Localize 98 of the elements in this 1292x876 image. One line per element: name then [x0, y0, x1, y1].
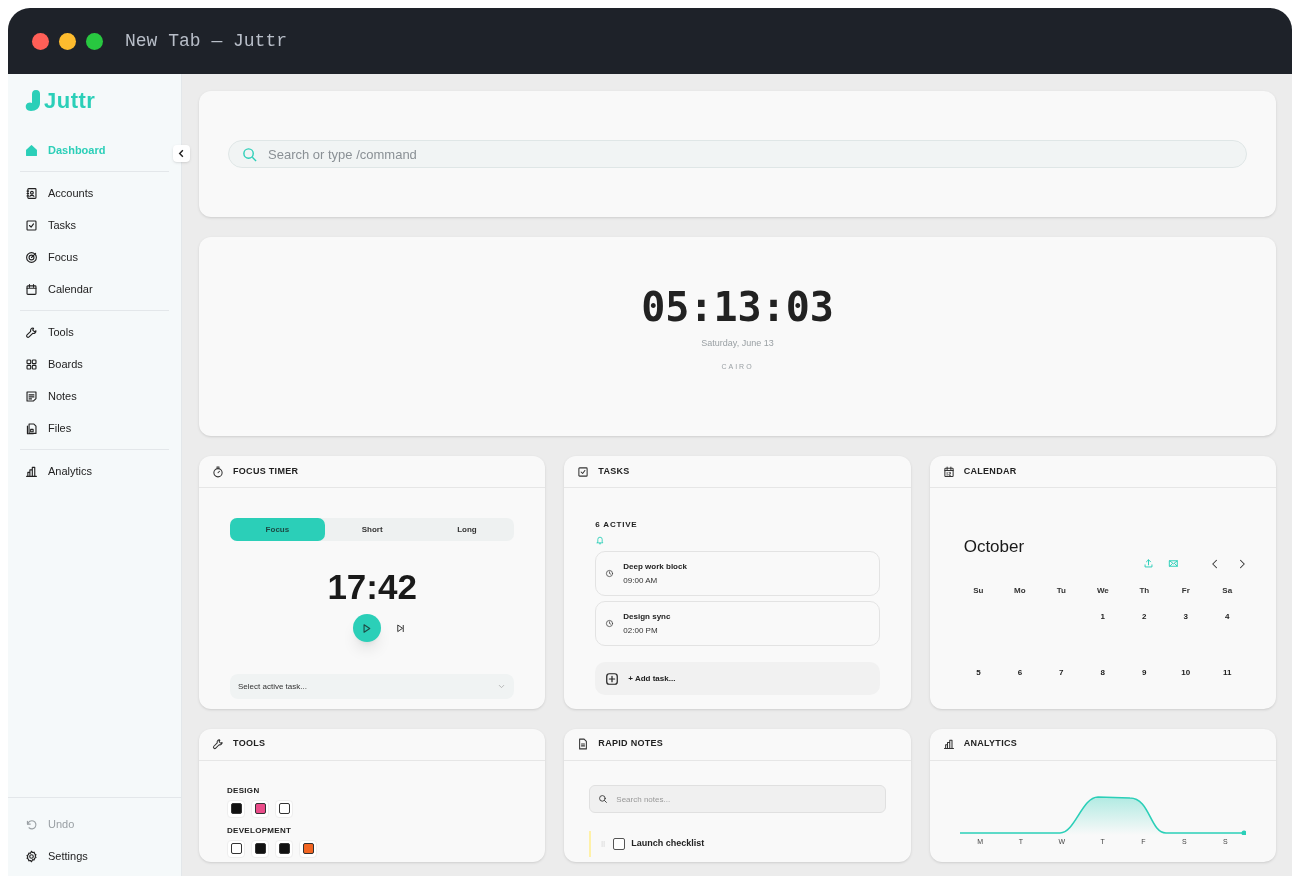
collapse-button[interactable] [173, 145, 190, 162]
sidebar-item[interactable]: Boards [8, 348, 169, 380]
add-task-button[interactable]: + Add task... [595, 662, 880, 695]
calendar-day[interactable]: 2 [1142, 610, 1147, 623]
active-count: 6 ACTIVE [595, 519, 639, 531]
weekday-label: Sa [1222, 584, 1233, 597]
wrench-icon [212, 738, 224, 750]
chevron-left-icon [177, 149, 186, 158]
stopwatch-icon [212, 465, 224, 478]
sidebar-item[interactable]: Tasks [8, 209, 169, 241]
app-icon[interactable] [299, 839, 317, 858]
calendar-day[interactable]: 10 [1181, 666, 1191, 679]
calendar-day[interactable]: 5 [976, 666, 981, 679]
mail-icon [1168, 558, 1179, 569]
grid-icon [25, 357, 38, 371]
clock-icon [605, 569, 615, 578]
settings-icon [25, 849, 38, 863]
calendar-day[interactable]: 6 [1017, 666, 1023, 679]
card-title: ANALYTICS [963, 737, 1018, 751]
card-title: FOCUS TIMER [233, 464, 299, 478]
bell-icon [595, 535, 606, 545]
note-checkbox[interactable] [613, 838, 626, 850]
target-icon [25, 250, 38, 264]
mode-tab[interactable]: Focus [230, 518, 325, 541]
search-icon [598, 793, 609, 804]
calendar-day[interactable]: 4 [1225, 610, 1230, 623]
task-title: Deep work block [623, 560, 687, 573]
calendar-day[interactable]: 9 [1142, 666, 1147, 679]
calendar-day[interactable]: 3 [1183, 610, 1188, 623]
note-row[interactable]: Launch checklist [589, 831, 886, 857]
calendar-day[interactable]: 7 [1059, 666, 1064, 679]
skip-button[interactable] [394, 622, 406, 634]
checkbox-icon [577, 465, 590, 478]
calendar-day[interactable]: 1 [1100, 610, 1106, 623]
card-title: CALENDAR [963, 464, 1017, 478]
note-icon [25, 389, 38, 403]
bar-chart-icon [25, 464, 38, 478]
timer-display: 17:42 [327, 569, 417, 604]
task-time: 09:00 AM [623, 574, 659, 587]
sidebar-item[interactable]: Accounts [8, 177, 169, 209]
upload-icon [1143, 558, 1154, 569]
weekday-label: Fr [1181, 584, 1190, 597]
app-icon[interactable] [227, 799, 245, 818]
note-title: Launch checklist [631, 837, 705, 851]
sidebar-item[interactable]: Files [8, 412, 169, 444]
month-title: October [963, 536, 1025, 558]
search-field[interactable]: Search or type /command [228, 140, 1247, 168]
weekday-label: We [1096, 584, 1109, 597]
file-icon [25, 421, 38, 435]
sidebar-item[interactable]: Notes [8, 380, 169, 412]
task-title: Design sync [623, 610, 671, 623]
sidebar-item[interactable]: Calendar [8, 273, 169, 305]
bar-chart-icon [942, 738, 955, 750]
sidebar-item[interactable]: Settings [8, 840, 181, 872]
sidebar-item[interactable]: Analytics [8, 455, 169, 487]
task-time: 02:00 PM [623, 624, 659, 637]
play-button[interactable] [352, 614, 381, 642]
document-icon [577, 738, 590, 750]
clock-date: Saturday, June 13 [701, 336, 774, 350]
home-icon [25, 143, 38, 157]
app-icon[interactable] [251, 839, 269, 858]
logo-text: Juttr [44, 90, 96, 112]
mode-tab[interactable]: Long [419, 518, 515, 541]
app-icon[interactable] [251, 799, 269, 818]
clock-time: 05:13:03 [641, 286, 834, 327]
task-card[interactable]: Deep work block 09:00 AM [595, 551, 880, 596]
card-title: TOOLS [233, 737, 266, 751]
card-title: RAPID NOTES [598, 737, 664, 751]
card-title: TASKS [598, 464, 630, 478]
wrench-icon [25, 325, 38, 339]
task-card[interactable]: Design sync 02:00 PM [595, 601, 880, 646]
weekday-label: Mo [1014, 584, 1026, 597]
calendar-day[interactable]: 8 [1100, 666, 1106, 679]
search-icon [242, 147, 257, 162]
window-title: New Tab — Juttr [125, 29, 288, 53]
skip-icon [394, 622, 406, 634]
clock-icon [605, 619, 615, 628]
weekday-label: Tu [1056, 584, 1066, 597]
contact-book-icon [25, 186, 38, 200]
task-select[interactable]: Select active task... [230, 674, 515, 699]
group-label: DEVELOPMENT [227, 824, 293, 837]
group-label: DESIGN [227, 784, 261, 797]
notes-search-field[interactable]: Search notes... [589, 785, 886, 813]
weekday-label: Th [1139, 584, 1150, 597]
chevron-down-icon [497, 682, 507, 691]
app-icon[interactable] [275, 839, 293, 858]
checkbox-icon [25, 218, 38, 232]
plus-icon [605, 671, 620, 686]
mode-tab[interactable]: Short [324, 518, 420, 541]
app-icon[interactable] [227, 839, 245, 858]
weekday-label: Su [973, 584, 984, 597]
app-icon[interactable] [275, 799, 293, 818]
calendar-day[interactable]: 11 [1223, 666, 1232, 679]
sidebar-item[interactable]: Focus [8, 241, 169, 273]
sidebar-item[interactable]: Tools [8, 316, 169, 348]
undo-icon [25, 817, 38, 831]
calendar-icon [942, 465, 955, 478]
calendar-icon [25, 282, 38, 296]
